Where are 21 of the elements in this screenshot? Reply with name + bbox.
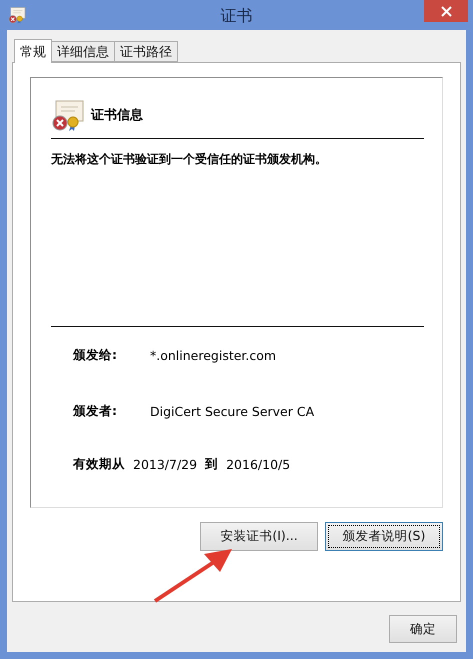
close-icon <box>440 6 452 16</box>
field-label: 颁发给: <box>73 346 118 364</box>
dialog-button[interactable]: 颁发者说明(S) <box>325 522 443 551</box>
certificate-icon <box>8 6 26 24</box>
field-value: 2016/10/5 <box>226 456 290 472</box>
field-label: 颁发者: <box>73 402 118 420</box>
field-value: 2013/7/29 <box>133 456 198 472</box>
field-value: DigiCert Secure Server CA <box>150 404 314 418</box>
ok-button[interactable]: 确定 <box>389 615 457 643</box>
tab[interactable]: 详细信息 <box>51 41 115 62</box>
field-label: 有效期从 <box>73 456 125 472</box>
field-value: *.onlineregister.com <box>150 348 276 362</box>
dialog-button[interactable]: 安装证书(I)... <box>200 522 318 551</box>
window-title: 证书 <box>220 6 252 27</box>
tab[interactable]: 常规 <box>14 39 52 63</box>
section-heading: 证书信息 <box>91 107 143 124</box>
error-message: 无法将这个证书验证到一个受信任的证书颁发机构。 <box>51 152 327 166</box>
field-label: 到 <box>205 456 218 472</box>
tab[interactable]: 证书路径 <box>114 41 178 62</box>
certificate-error-icon <box>51 98 85 132</box>
close-button[interactable] <box>424 0 468 22</box>
